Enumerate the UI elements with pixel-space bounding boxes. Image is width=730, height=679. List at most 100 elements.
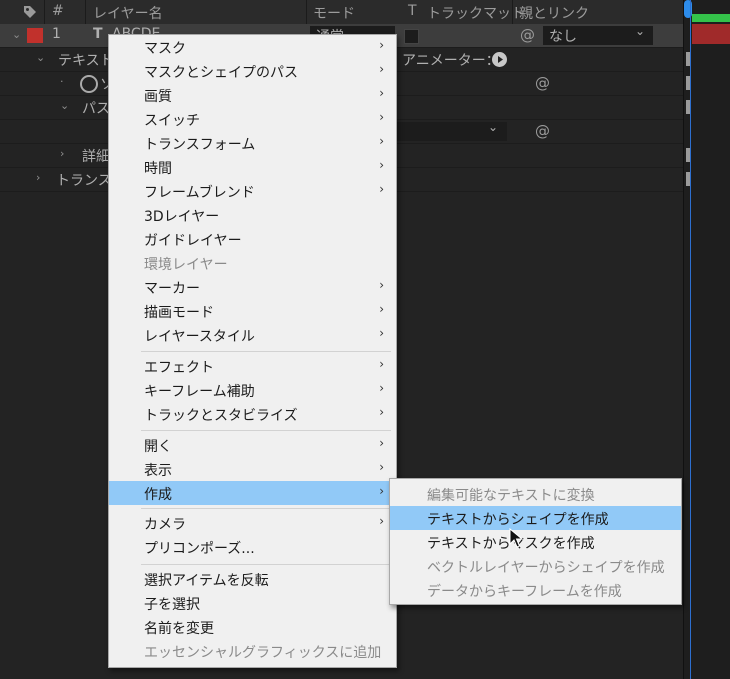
label-color-swatch[interactable]	[27, 28, 43, 43]
layer-number: 1	[52, 26, 61, 42]
menu-item-create[interactable]: 作成 ›	[109, 481, 396, 505]
submenu-arrow-icon: ›	[379, 405, 384, 419]
menu-item-label: ガイドレイヤー	[144, 233, 242, 249]
menu-item-layer-styles[interactable]: レイヤースタイル ›	[109, 323, 396, 347]
collapse-arrow-icon[interactable]: ⌄	[36, 51, 45, 64]
menu-separator	[141, 508, 391, 509]
expand-arrow-icon: ·	[60, 75, 64, 88]
header-number: #	[52, 3, 64, 19]
menu-separator	[141, 430, 391, 431]
parent-value: なし	[549, 29, 577, 45]
header-parent-link[interactable]: 親とリンク	[519, 3, 589, 23]
menu-item-effect[interactable]: エフェクト ›	[109, 354, 396, 378]
menu-item-guide-layer[interactable]: ガイドレイヤー	[109, 227, 396, 251]
menu-item-label: マスク	[144, 41, 186, 57]
menu-item-label: エッセンシャルグラフィックスに追加	[144, 645, 382, 661]
submenu-arrow-icon: ›	[379, 357, 384, 371]
stopwatch-icon[interactable]	[80, 75, 98, 93]
parent-dropdown[interactable]: なし ⌄	[543, 24, 653, 45]
pickwhip-spiral-icon[interactable]: @	[535, 74, 550, 92]
submenu-arrow-icon: ›	[379, 381, 384, 395]
menu-item-camera[interactable]: カメラ ›	[109, 511, 396, 535]
menu-item-time[interactable]: 時間 ›	[109, 155, 396, 179]
collapse-arrow-icon[interactable]: ⌄	[60, 99, 69, 112]
menu-item-invert-selection[interactable]: 選択アイテムを反転	[109, 567, 396, 591]
animator-play-icon[interactable]	[492, 52, 507, 67]
work-area-bar[interactable]	[692, 14, 730, 22]
mouse-cursor-icon	[509, 527, 524, 552]
submenu-item-create-shapes-from-text[interactable]: テキストからシェイプを作成	[390, 506, 681, 530]
collapse-arrow-icon[interactable]: ⌄	[12, 28, 21, 41]
submenu-item-create-keyframes-from-data: データからキーフレームを作成	[390, 578, 681, 602]
pickwhip-spiral-icon[interactable]: @	[535, 122, 550, 140]
submenu-arrow-icon: ›	[379, 86, 384, 100]
menu-item-quality[interactable]: 画質 ›	[109, 83, 396, 107]
menu-item-rename[interactable]: 名前を変更	[109, 615, 396, 639]
menu-item-label: 画質	[144, 89, 172, 105]
column-separator	[44, 0, 45, 24]
submenu-item-convert-to-editable-text: 編集可能なテキストに変換	[390, 482, 681, 506]
menu-item-mask[interactable]: マスク ›	[109, 35, 396, 59]
more-options-label: 詳細	[82, 149, 110, 165]
menu-item-add-to-essential-graphics: エッセンシャルグラフィックスに追加	[109, 639, 396, 663]
menu-item-label: マーカー	[144, 281, 200, 297]
menu-item-label: 3Dレイヤー	[144, 209, 220, 225]
in-point-bar-icon	[686, 52, 690, 66]
menu-item-select-children[interactable]: 子を選択	[109, 591, 396, 615]
submenu-item-create-masks-from-text[interactable]: テキストからマスクを作成	[390, 530, 681, 554]
menu-item-label: 開く	[144, 439, 172, 455]
menu-item-label: 子を選択	[144, 597, 200, 613]
submenu-arrow-icon: ›	[379, 484, 384, 498]
layer-duration-bar[interactable]	[692, 24, 730, 44]
submenu-arrow-icon: ›	[379, 302, 384, 316]
menu-separator	[141, 564, 391, 565]
submenu-arrow-icon: ›	[379, 326, 384, 340]
menu-item-label: 環境レイヤー	[144, 257, 228, 273]
menu-item-label: トランスフォーム	[144, 137, 256, 153]
menu-item-switches[interactable]: スイッチ ›	[109, 107, 396, 131]
create-submenu: 編集可能なテキストに変換 テキストからシェイプを作成 テキストからマスクを作成 …	[389, 478, 682, 605]
timeline-panel[interactable]	[683, 0, 730, 679]
menu-item-environment-layer: 環境レイヤー	[109, 251, 396, 275]
path-dropdown[interactable]: ⌄	[394, 120, 507, 141]
menu-item-frame-blending[interactable]: フレームブレンド ›	[109, 179, 396, 203]
menu-item-label: フレームブレンド	[144, 185, 255, 201]
expand-arrow-icon[interactable]: ›	[60, 147, 64, 160]
menu-item-blending-mode[interactable]: 描画モード ›	[109, 299, 396, 323]
menu-item-label: マスクとシェイプのパス	[144, 65, 298, 81]
header-mode[interactable]: モード	[313, 3, 355, 23]
menu-item-track-stabilize[interactable]: トラックとスタビライズ ›	[109, 402, 396, 426]
submenu-arrow-icon: ›	[379, 134, 384, 148]
submenu-item-create-shapes-from-vector-layer: ベクトルレイヤーからシェイプを作成	[390, 554, 681, 578]
menu-item-label: スイッチ	[144, 113, 200, 129]
expand-arrow-icon[interactable]: ›	[36, 171, 40, 184]
menu-item-label: 時間	[144, 161, 172, 177]
header-layer-name[interactable]: レイヤー名	[93, 3, 163, 23]
menu-item-precompose[interactable]: プリコンポーズ...	[109, 535, 396, 559]
submenu-arrow-icon: ›	[379, 38, 384, 52]
menu-item-3d-layer[interactable]: 3Dレイヤー	[109, 203, 396, 227]
menu-item-keyframe-assistant[interactable]: キーフレーム補助 ›	[109, 378, 396, 402]
submenu-arrow-icon: ›	[379, 182, 384, 196]
menu-item-label: ベクトルレイヤーからシェイプを作成	[427, 560, 665, 576]
menu-item-label: トラックとスタビライズ	[144, 408, 298, 424]
menu-item-label: 表示	[144, 463, 172, 479]
menu-item-label: 描画モード	[144, 305, 214, 321]
current-time-indicator[interactable]	[690, 0, 691, 679]
trackmatte-checkbox[interactable]	[404, 29, 419, 44]
submenu-arrow-icon: ›	[379, 110, 384, 124]
pickwhip-spiral-icon[interactable]: @	[520, 26, 535, 44]
menu-item-transform[interactable]: トランスフォーム ›	[109, 131, 396, 155]
text-group-label: テキスト	[58, 53, 114, 69]
submenu-arrow-icon: ›	[379, 278, 384, 292]
transform-label: トランス	[56, 173, 112, 189]
submenu-arrow-icon: ›	[379, 158, 384, 172]
in-point-bar-icon	[686, 172, 690, 186]
menu-item-mask-shape-path[interactable]: マスクとシェイプのパス ›	[109, 59, 396, 83]
column-separator	[306, 0, 307, 24]
menu-item-label: キーフレーム補助	[144, 384, 255, 400]
menu-item-open[interactable]: 開く ›	[109, 433, 396, 457]
menu-item-reveal[interactable]: 表示 ›	[109, 457, 396, 481]
menu-item-markers[interactable]: マーカー ›	[109, 275, 396, 299]
header-trackmatte[interactable]: トラックマット	[427, 3, 525, 23]
